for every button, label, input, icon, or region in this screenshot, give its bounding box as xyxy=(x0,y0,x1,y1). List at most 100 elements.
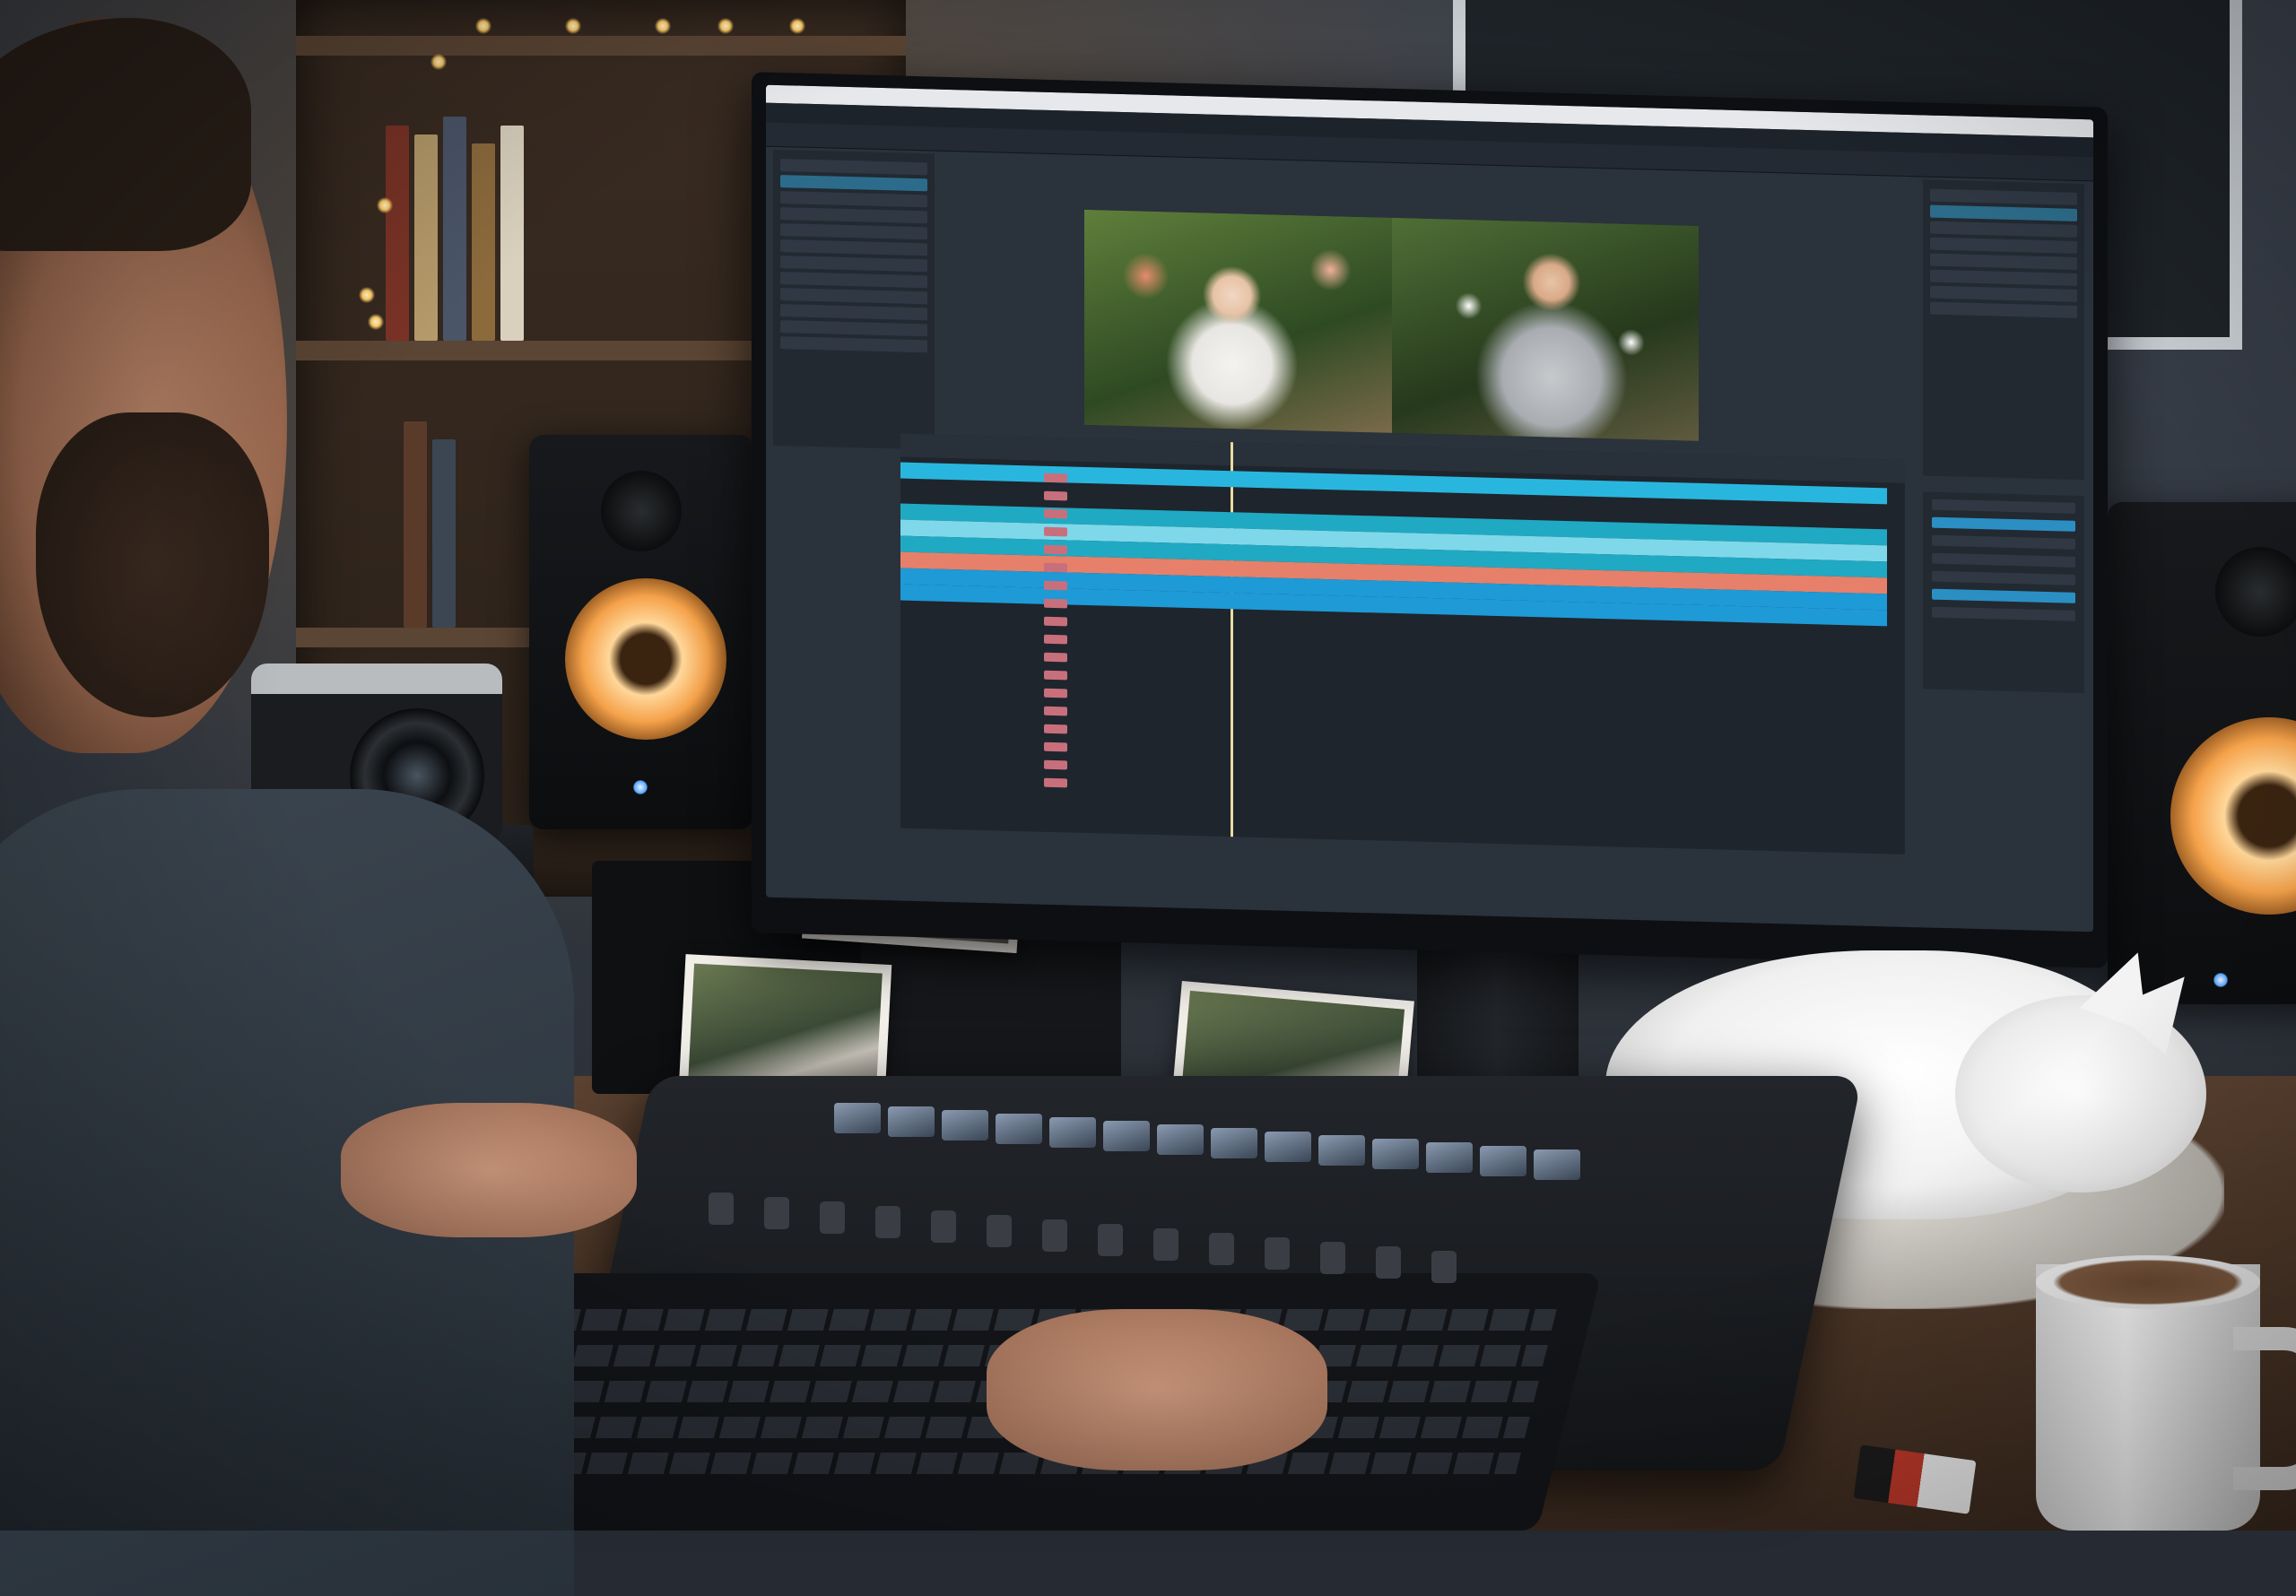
control-fader-knob[interactable] xyxy=(820,1201,845,1234)
media-browser-panel xyxy=(773,149,935,450)
fairy-light xyxy=(789,18,805,34)
control-lcd-display xyxy=(1372,1139,1419,1169)
inspector-row-selected[interactable] xyxy=(1932,588,2075,603)
left-studio-speaker xyxy=(529,435,753,829)
inspector-row[interactable] xyxy=(1932,606,2075,621)
media-tree-row[interactable] xyxy=(780,207,927,224)
media-tree-row-selected[interactable] xyxy=(780,175,927,192)
media-tree-row[interactable] xyxy=(780,239,927,256)
right-studio-speaker xyxy=(2108,502,2296,1004)
control-fader-knob[interactable] xyxy=(709,1193,734,1225)
clip-marker[interactable] xyxy=(1044,688,1067,698)
clip-marker[interactable] xyxy=(1044,598,1067,609)
control-fader-knob[interactable] xyxy=(1431,1251,1457,1283)
control-fader-knob[interactable] xyxy=(764,1197,789,1229)
fairy-light xyxy=(655,18,671,34)
clip-marker[interactable] xyxy=(1044,706,1067,716)
woofer-glow xyxy=(565,578,726,740)
clip-marker[interactable] xyxy=(1044,634,1067,645)
fairy-light xyxy=(359,287,375,303)
control-fader-knob[interactable] xyxy=(1042,1219,1067,1252)
book xyxy=(404,421,427,628)
tweeter xyxy=(2215,547,2296,637)
book xyxy=(500,126,524,341)
book xyxy=(386,126,409,341)
preview-frame-bride xyxy=(1084,209,1392,433)
person-hair xyxy=(0,18,251,251)
clip-marker[interactable] xyxy=(1044,526,1067,537)
control-lcd-display xyxy=(1265,1132,1311,1162)
effects-row[interactable] xyxy=(1930,301,2077,318)
control-fader-knob[interactable] xyxy=(1376,1246,1401,1279)
inspector-row-selected[interactable] xyxy=(1932,516,2075,532)
control-fader-knob[interactable] xyxy=(931,1210,956,1243)
shelf-board xyxy=(296,36,906,56)
white-cat-head xyxy=(1955,940,2213,1193)
clip-marker[interactable] xyxy=(1044,670,1067,681)
key-row[interactable] xyxy=(457,1309,1557,1331)
media-tree-row[interactable] xyxy=(780,159,927,176)
editing-timeline[interactable] xyxy=(900,433,1905,854)
fairy-light xyxy=(430,54,447,70)
coffee-surface xyxy=(2036,1255,2260,1309)
fairy-light xyxy=(718,18,734,34)
inspector-row[interactable] xyxy=(1932,570,2075,585)
fairy-light xyxy=(368,314,384,330)
effects-row[interactable] xyxy=(1930,221,2077,238)
effects-panel xyxy=(1923,179,2084,481)
control-lcd-display xyxy=(834,1103,881,1133)
media-tree-row[interactable] xyxy=(780,223,927,240)
clip-marker[interactable] xyxy=(1044,652,1067,663)
inspector-row[interactable] xyxy=(1932,499,2075,514)
clip-marker[interactable] xyxy=(1044,562,1067,573)
key-row[interactable] xyxy=(430,1417,1530,1438)
clip-marker[interactable] xyxy=(1044,616,1067,627)
effects-row[interactable] xyxy=(1930,253,2077,270)
clip-marker[interactable] xyxy=(1044,508,1067,519)
control-fader-knob[interactable] xyxy=(1153,1228,1178,1261)
control-fader-knob[interactable] xyxy=(1098,1224,1123,1256)
media-tree-row[interactable] xyxy=(780,336,927,353)
control-lcd-display xyxy=(1103,1121,1150,1151)
control-fader-knob[interactable] xyxy=(1320,1242,1345,1274)
book xyxy=(443,117,466,341)
media-tree-row[interactable] xyxy=(780,256,927,273)
clip-marker[interactable] xyxy=(1044,724,1067,734)
media-tree-row[interactable] xyxy=(780,288,927,305)
control-lcd-display xyxy=(1049,1117,1096,1148)
clip-marker[interactable] xyxy=(1044,490,1067,501)
control-fader-knob[interactable] xyxy=(875,1206,900,1238)
media-tree-row[interactable] xyxy=(780,304,927,321)
clip-marker[interactable] xyxy=(1044,544,1067,555)
tweeter xyxy=(601,471,682,551)
media-tree-row[interactable] xyxy=(780,272,927,289)
media-tree-row[interactable] xyxy=(780,320,927,337)
book xyxy=(414,134,438,341)
inspector-panel xyxy=(1923,491,2084,694)
effects-row[interactable] xyxy=(1930,237,2077,254)
timeline-playhead[interactable] xyxy=(1231,442,1233,837)
media-tree-row[interactable] xyxy=(780,191,927,208)
clip-marker[interactable] xyxy=(1044,777,1067,788)
clip-marker[interactable] xyxy=(1044,742,1067,752)
inspector-row[interactable] xyxy=(1932,552,2075,568)
clip-marker[interactable] xyxy=(1044,759,1067,770)
clip-marker[interactable] xyxy=(1044,580,1067,591)
control-fader-knob[interactable] xyxy=(1265,1237,1290,1270)
control-fader-knob[interactable] xyxy=(1209,1233,1234,1265)
effects-row[interactable] xyxy=(1930,269,2077,286)
fairy-light xyxy=(565,18,581,34)
key-row[interactable] xyxy=(421,1453,1521,1474)
effects-row-selected[interactable] xyxy=(1930,204,2077,221)
inspector-row[interactable] xyxy=(1932,534,2075,550)
control-fader-knob[interactable] xyxy=(987,1215,1012,1247)
book xyxy=(432,439,456,628)
power-led xyxy=(2213,973,2228,987)
effects-row[interactable] xyxy=(1930,285,2077,302)
effects-row[interactable] xyxy=(1930,188,2077,205)
control-lcd-display xyxy=(1480,1146,1526,1176)
clip-marker[interactable] xyxy=(1044,473,1067,483)
video-preview-viewer[interactable] xyxy=(1084,209,1699,441)
control-lcd-display xyxy=(888,1106,935,1137)
fairy-light xyxy=(475,18,491,34)
